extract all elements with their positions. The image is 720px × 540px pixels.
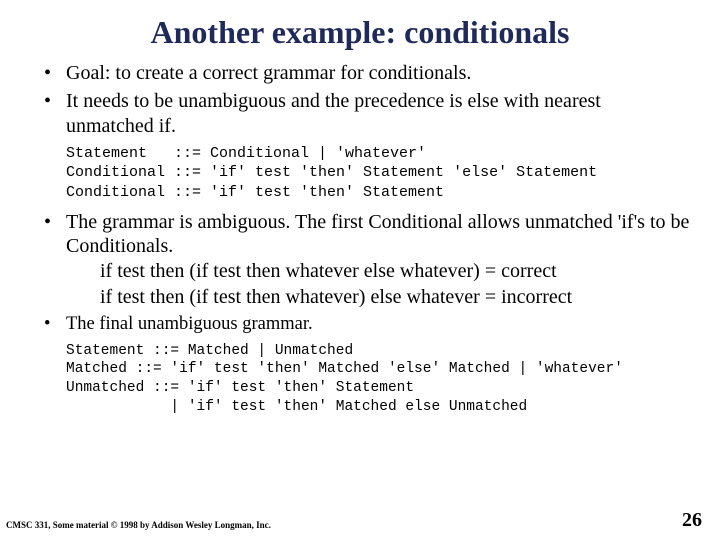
bullet-unambiguous: It needs to be unambiguous and the prece… [44, 89, 690, 138]
code-block-ambiguous: Statement ::= Conditional | 'whatever' C… [66, 144, 690, 202]
bullet-ambiguous-text: The grammar is ambiguous. The first Cond… [66, 211, 689, 257]
example-correct: if test then (if test then whatever else… [66, 259, 690, 283]
page-title: Another example: conditionals [0, 0, 720, 61]
footer-credit: CMSC 331, Some material © 1998 by Addiso… [6, 520, 271, 530]
bullet-final: The final unambiguous grammar. [44, 313, 690, 336]
page-number: 26 [682, 509, 702, 532]
code-block-final: Statement ::= Matched | Unmatched Matche… [66, 342, 690, 416]
bullet-ambiguous: The grammar is ambiguous. The first Cond… [44, 210, 690, 310]
example-incorrect: if test then (if test then whatever) els… [66, 285, 690, 309]
slide-body: Goal: to create a correct grammar for co… [0, 61, 720, 416]
bullet-goal: Goal: to create a correct grammar for co… [44, 61, 690, 85]
slide: Another example: conditionals Goal: to c… [0, 0, 720, 540]
